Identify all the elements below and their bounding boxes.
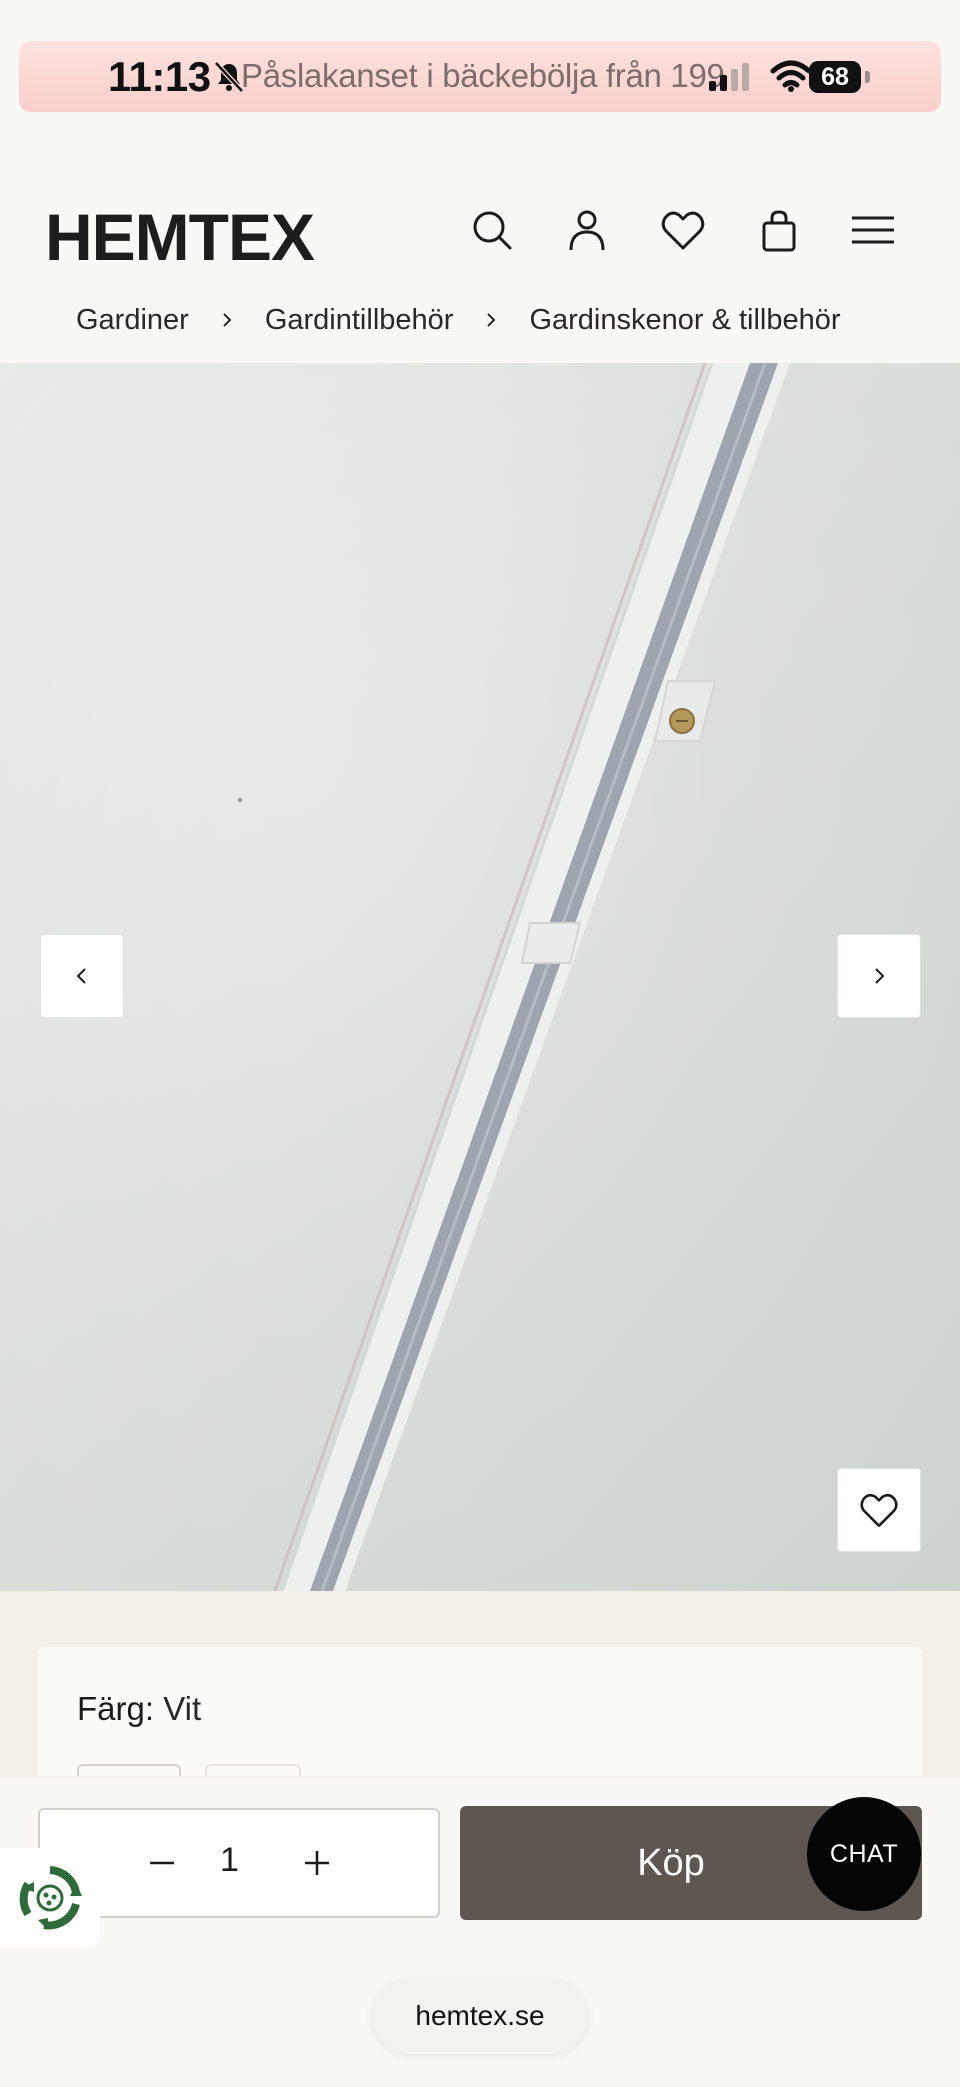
recycle-leaf-icon (19, 1866, 82, 1930)
chevron-right-icon (223, 313, 232, 327)
product-image[interactable] (0, 363, 960, 1591)
cart-bag-icon[interactable] (755, 206, 803, 254)
curtain-rail-photo (0, 363, 960, 1591)
heart-icon (860, 1493, 898, 1528)
search-icon[interactable] (468, 206, 516, 254)
previous-image-button[interactable] (40, 934, 124, 1018)
notification-banner-text[interactable]: Påslakanset i bäckebölja från 199 (241, 57, 725, 95)
breadcrumb-link-gardintillbehor[interactable]: Gardintillbehör (265, 304, 454, 337)
add-to-wishlist-button[interactable] (837, 1468, 921, 1552)
hemtex-logo[interactable]: HEMTEX (45, 199, 315, 275)
wifi-icon (770, 60, 812, 92)
status-bar: 11:13 Påslakanset i bäckebölja från 199 … (19, 41, 941, 112)
sustainability-badge[interactable] (0, 1848, 100, 1948)
breadcrumb: Gardiner Gardintillbehör Gardinskenor & … (76, 300, 841, 340)
cellular-signal-icon (709, 63, 749, 91)
plus-icon[interactable] (302, 1848, 332, 1878)
wishlist-heart-icon[interactable] (659, 206, 707, 254)
minus-icon[interactable] (147, 1848, 177, 1878)
chevron-left-icon (76, 968, 86, 984)
account-icon[interactable] (563, 206, 611, 254)
color-value: Vit (163, 1690, 202, 1727)
breadcrumb-link-gardinskenor[interactable]: Gardinskenor & tillbehör (529, 304, 840, 337)
color-label-row: Färg: Vit (77, 1690, 201, 1728)
browser-url-bar[interactable]: hemtex.se (372, 1978, 588, 2054)
status-time: 11:13 (108, 53, 211, 100)
chevron-right-icon (487, 313, 496, 327)
next-image-button[interactable] (837, 934, 921, 1018)
chevron-right-icon (875, 968, 885, 984)
color-label: Färg: (77, 1690, 155, 1727)
quantity-value[interactable]: 1 (220, 1841, 239, 1880)
chat-button[interactable]: CHAT (807, 1797, 921, 1911)
battery-indicator: 68 (809, 61, 861, 93)
buy-button-label: Köp (637, 1841, 705, 1884)
menu-icon[interactable] (850, 206, 896, 254)
breadcrumb-link-gardiner[interactable]: Gardiner (76, 304, 189, 337)
battery-cap (865, 71, 870, 83)
